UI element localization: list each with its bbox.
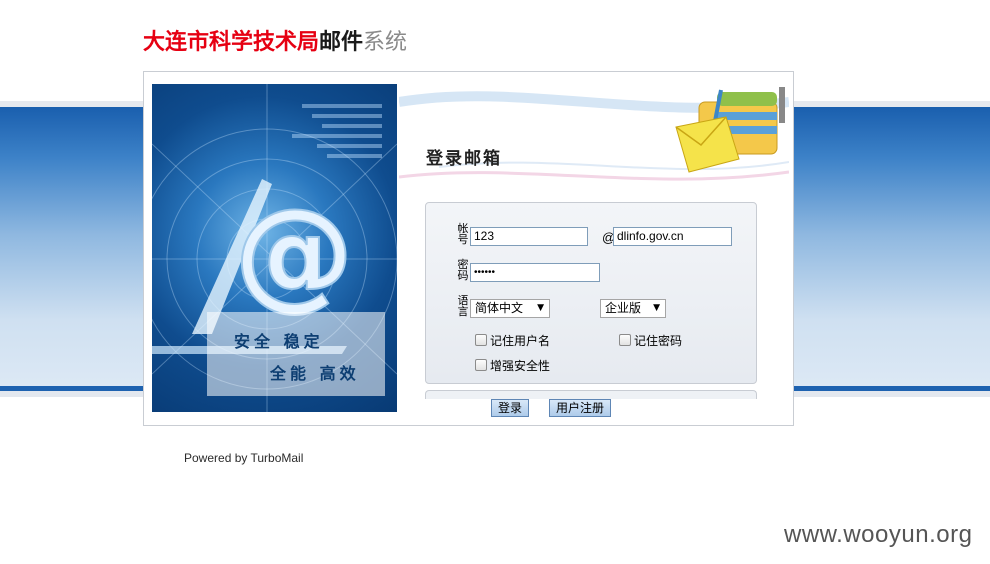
login-heading: 登录邮箱 <box>426 149 502 169</box>
register-button[interactable]: 用户注册 <box>549 399 611 417</box>
slogan-line-1: 安全 稳定 <box>234 332 324 351</box>
button-bar <box>425 390 757 399</box>
chevron-down-icon: ▼ <box>537 303 544 313</box>
title-system: 系统 <box>363 30 408 55</box>
mailbox-illustration <box>399 87 789 181</box>
page-title: 大连市科学技术局邮件系统 <box>143 24 407 56</box>
account-input[interactable]: 123 <box>470 227 588 246</box>
enhanced-security-label: 增强安全性 <box>490 359 551 373</box>
chevron-down-icon: ▼ <box>653 303 660 313</box>
remember-password-label: 记住密码 <box>634 334 683 348</box>
watermark-text: www.wooyun.org <box>784 521 973 548</box>
remember-password-checkbox[interactable] <box>619 334 631 346</box>
slogan-line-2: 全能 高效 <box>270 364 360 383</box>
language-label: 语言 <box>457 294 469 318</box>
enhanced-security-checkbox[interactable] <box>475 359 487 371</box>
svg-text:@: @ <box>234 184 354 323</box>
account-label: 帐号 <box>457 222 469 246</box>
edition-select-value: 企业版 <box>605 301 642 315</box>
remember-username-label: 记住用户名 <box>490 334 551 348</box>
password-input[interactable]: •••••• <box>470 263 600 282</box>
login-button[interactable]: 登录 <box>491 399 529 417</box>
login-banner-image: @ 安全 稳定 全能 高效 <box>152 84 397 412</box>
domain-input[interactable]: dlinfo.gov.cn <box>613 227 732 246</box>
title-org: 大连市科学技术局 <box>143 29 320 55</box>
edition-select[interactable]: 企业版 ▼ <box>600 299 666 318</box>
login-panel: @ 安全 稳定 全能 高效 登录邮箱 帐号 123 @ dlinfo.gov.c… <box>143 71 794 426</box>
language-select-value: 简体中文 <box>475 301 524 315</box>
remember-username-checkbox[interactable] <box>475 334 487 346</box>
powered-by-text: Powered by TurboMail <box>184 451 304 465</box>
language-select[interactable]: 简体中文 ▼ <box>470 299 550 318</box>
title-mail: 邮件 <box>319 29 364 55</box>
login-form: 帐号 123 @ dlinfo.gov.cn 密码 •••••• 语言 简体中文… <box>425 202 757 384</box>
password-label: 密码 <box>457 258 469 282</box>
